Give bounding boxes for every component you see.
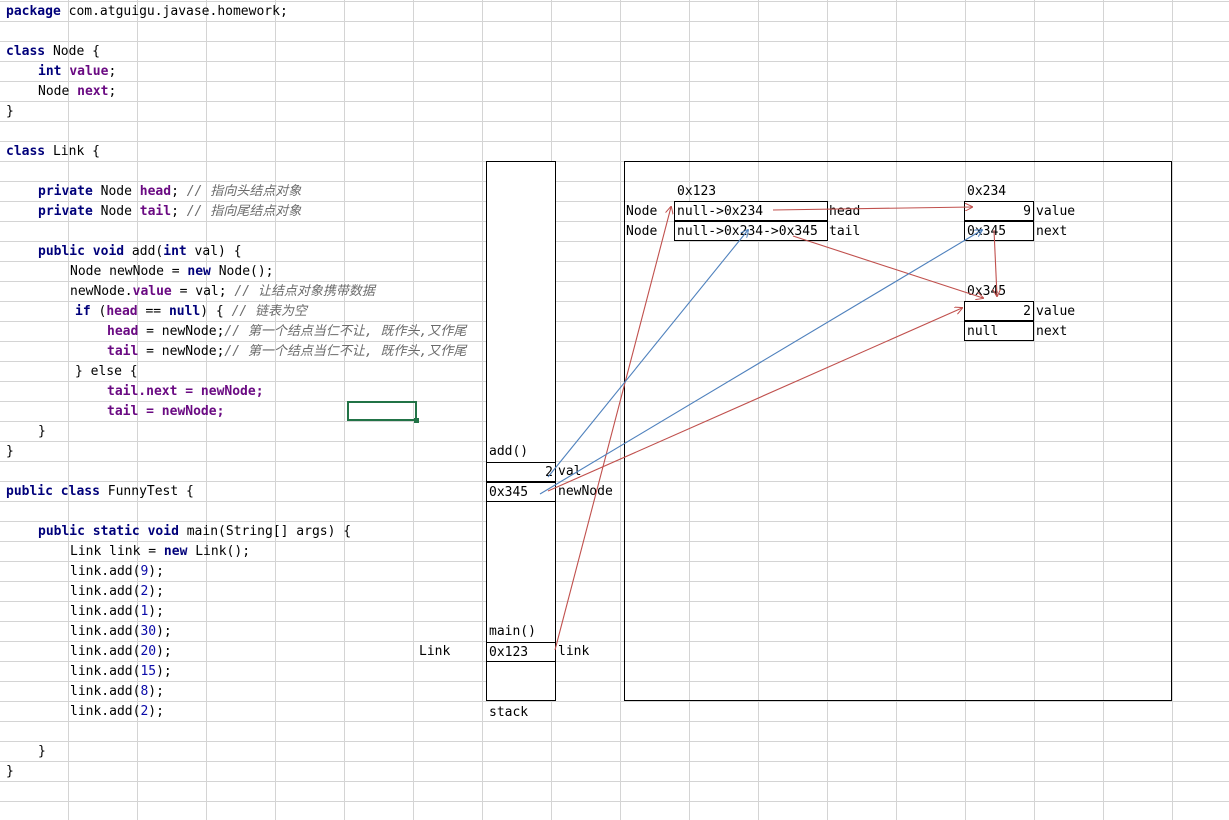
node2-value-label: value xyxy=(1036,304,1076,319)
link-head-cell: null->0x234 xyxy=(674,201,828,221)
stack-frame-add-label: add() xyxy=(489,444,529,459)
link-tail-cell: null->0x234->0x345 xyxy=(674,221,828,241)
code-line-close-add: } xyxy=(38,424,46,439)
code-line-head-assign: head = newNode;// 第一个结点当仁不让, 既作头,又作尾 xyxy=(107,324,467,339)
stack-link-type: Link xyxy=(419,644,451,659)
code-line-add-call: link.add(2); xyxy=(70,704,164,719)
code-line-add-call: link.add(9); xyxy=(70,564,164,579)
code-line-close-main: } xyxy=(38,744,46,759)
code-line-int-value: int value; xyxy=(38,64,117,79)
node2-next-cell: null xyxy=(964,321,1034,341)
code-line-class-funnytest: public class FunnyTest { xyxy=(6,484,194,499)
stack-frame-main-label: main() xyxy=(489,624,536,639)
node1-next-label: next xyxy=(1036,224,1068,239)
heap-box xyxy=(624,161,1172,701)
node1-value-cell: 9 xyxy=(964,201,1034,221)
code-line-private-head: private Node head; // 指向头结点对象 xyxy=(38,184,302,199)
selected-cell[interactable] xyxy=(347,401,417,421)
code-line-else: } else { xyxy=(75,364,138,379)
stack-newnode-label: newNode xyxy=(558,484,613,499)
code-line-close-node: } xyxy=(6,104,14,119)
node1-address: 0x234 xyxy=(967,184,1007,199)
code-line-tail-assign: tail = newNode;// 第一个结点当仁不让, 既作头,又作尾 xyxy=(107,344,467,359)
code-line-new-link: Link link = new Link(); xyxy=(70,544,251,559)
stack-val-label: val xyxy=(558,464,582,479)
node2-value-cell: 2 xyxy=(964,301,1034,321)
code-line-assign-value: newNode.value = val; // 让结点对象携带数据 xyxy=(70,284,375,299)
code-line-tail-newnode: tail = newNode; xyxy=(107,404,225,419)
link-tail-label: tail xyxy=(829,224,861,239)
stack-link-label: link xyxy=(558,644,590,659)
stack-newnode-cell: 0x345 xyxy=(486,482,556,502)
stack-frame-box xyxy=(486,161,556,701)
code-line-main-signature: public static void main(String[] args) { xyxy=(38,524,352,539)
link-head-label: head xyxy=(829,204,861,219)
link-object-address: 0x123 xyxy=(677,184,717,199)
code-line-private-tail: private Node tail; // 指向尾结点对象 xyxy=(38,204,302,219)
fill-handle[interactable] xyxy=(414,418,419,423)
node1-value-label: value xyxy=(1036,204,1076,219)
code-line-tail-next: tail.next = newNode; xyxy=(107,384,264,399)
code-line-class-node: class Node { xyxy=(6,44,100,59)
stack-val-cell: 2 xyxy=(486,462,556,482)
code-line-package: package com.atguigu.javase.homework; xyxy=(6,4,288,19)
stack-link-cell: 0x123 xyxy=(486,642,556,662)
code-line-add-call: link.add(30); xyxy=(70,624,172,639)
node1-next-cell: 0x345 xyxy=(964,221,1034,241)
code-line-add-call: link.add(2); xyxy=(70,584,164,599)
node2-next-label: next xyxy=(1036,324,1068,339)
code-line-add-call: link.add(8); xyxy=(70,684,164,699)
link-tail-type: Node xyxy=(626,224,658,239)
link-head-type: Node xyxy=(626,204,658,219)
code-line-close-link: } xyxy=(6,444,14,459)
code-line-close-funnytest: } xyxy=(6,764,14,779)
code-line-if-head-null: if (head == null) { // 链表为空 xyxy=(75,304,308,319)
node2-address: 0x345 xyxy=(967,284,1007,299)
code-line-add-call: link.add(20); xyxy=(70,644,172,659)
stack-label: stack xyxy=(489,705,529,720)
code-line-add-signature: public void add(int val) { xyxy=(38,244,242,259)
code-line-class-link: class Link { xyxy=(6,144,100,159)
code-line-new-node: Node newNode = new Node(); xyxy=(70,264,274,279)
code-line-node-next: Node next; xyxy=(38,84,117,99)
code-line-add-call: link.add(1); xyxy=(70,604,164,619)
code-line-add-call: link.add(15); xyxy=(70,664,172,679)
